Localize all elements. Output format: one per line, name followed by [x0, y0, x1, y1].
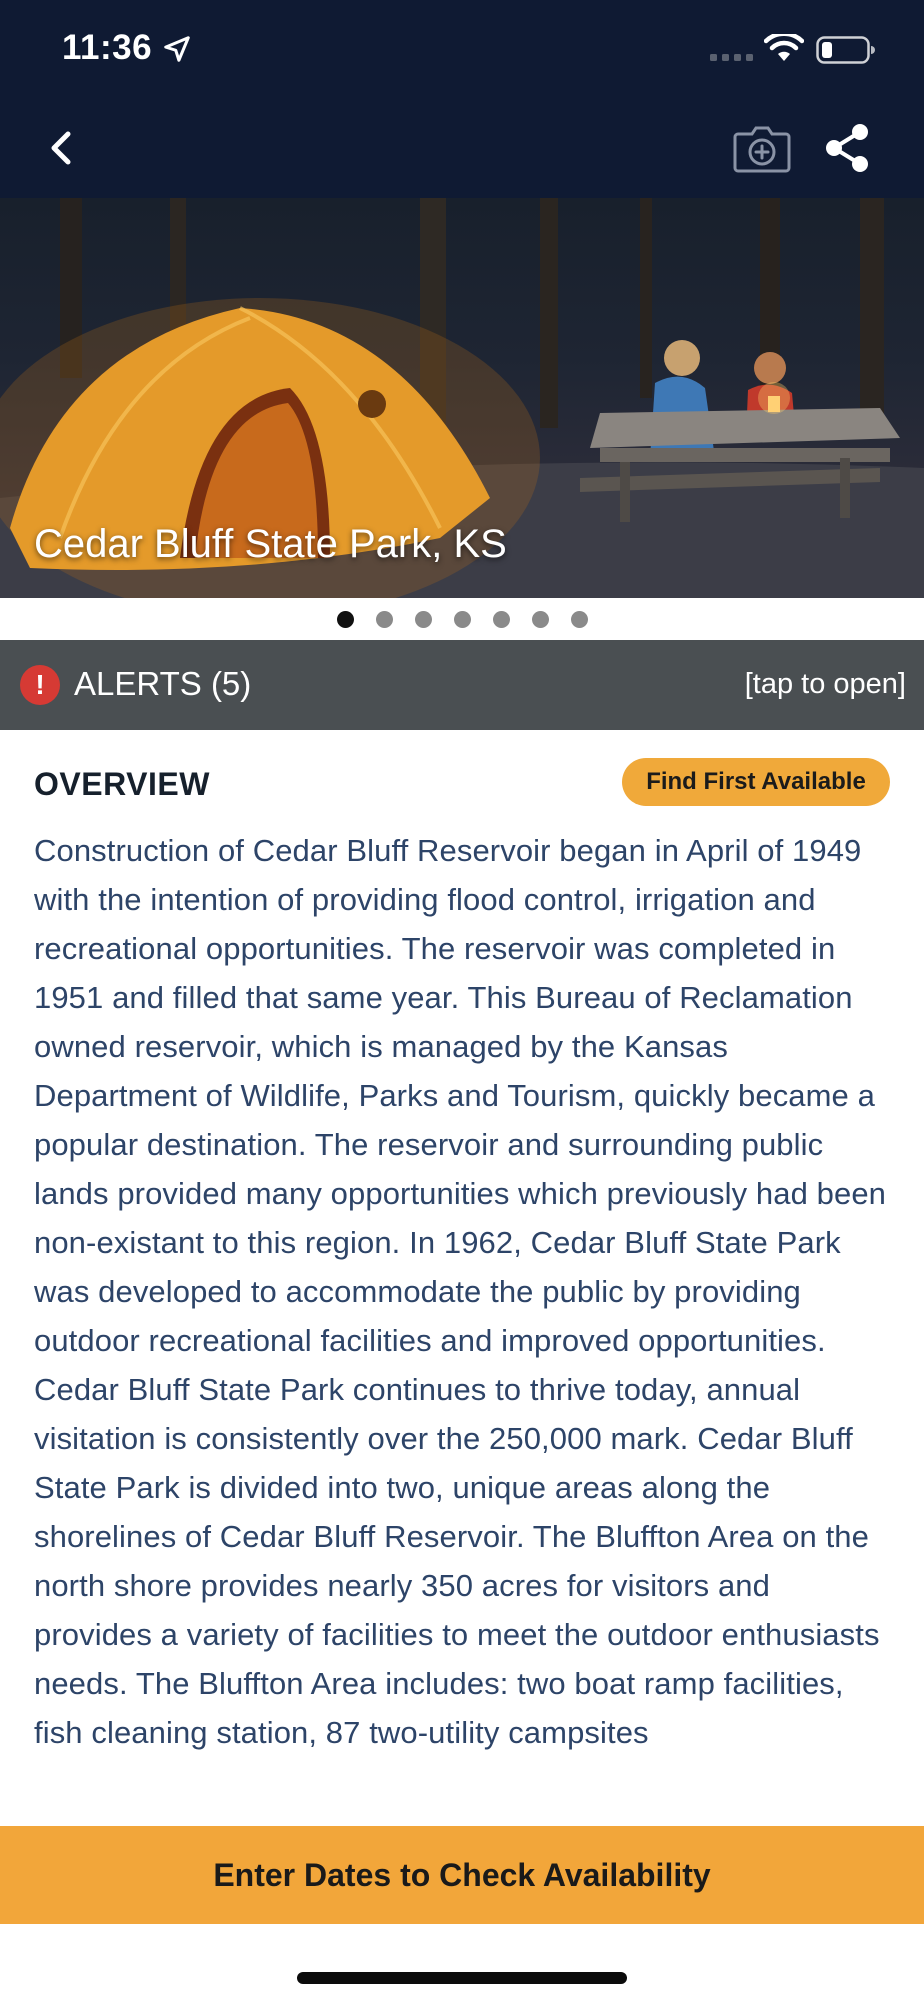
- carousel-dot[interactable]: [453, 610, 471, 628]
- check-availability-button[interactable]: Enter Dates to Check Availability: [0, 1826, 924, 1924]
- location-arrow-icon: [164, 36, 190, 62]
- overview-body: Construction of Cedar Bluff Reservoir be…: [34, 833, 887, 1750]
- signal-icon: [710, 54, 753, 61]
- home-indicator[interactable]: [297, 1972, 627, 1984]
- overview-scroll[interactable]: Construction of Cedar Bluff Reservoir be…: [34, 826, 896, 1826]
- carousel-dot[interactable]: [531, 610, 549, 628]
- status-time: 11:36: [62, 28, 153, 67]
- carousel-dot[interactable]: [570, 610, 588, 628]
- carousel-dot[interactable]: [375, 610, 393, 628]
- back-button[interactable]: [40, 122, 80, 174]
- alerts-bar[interactable]: ! ALERTS (5) [tap to open]: [0, 640, 924, 730]
- battery-icon: [816, 36, 875, 64]
- find-first-available-button[interactable]: Find First Available: [622, 758, 890, 806]
- carousel-dots: [0, 598, 924, 640]
- carousel-dot[interactable]: [492, 610, 510, 628]
- alerts-hint: [tap to open]: [744, 668, 906, 700]
- camera-plus-icon[interactable]: [732, 120, 792, 176]
- overview-heading: OVERVIEW: [34, 766, 210, 802]
- hero-image[interactable]: Cedar Bluff State Park, KS: [0, 198, 924, 598]
- share-icon[interactable]: [822, 120, 872, 176]
- wifi-icon: [764, 34, 804, 61]
- carousel-dot[interactable]: [336, 610, 354, 628]
- exclamation-icon: !: [20, 665, 60, 705]
- park-title: Cedar Bluff State Park, KS: [34, 522, 507, 566]
- alerts-label: ALERTS (5): [74, 665, 252, 702]
- nav-bar: [0, 98, 924, 198]
- carousel-dot[interactable]: [414, 610, 432, 628]
- status-bar: 11:36: [0, 0, 924, 98]
